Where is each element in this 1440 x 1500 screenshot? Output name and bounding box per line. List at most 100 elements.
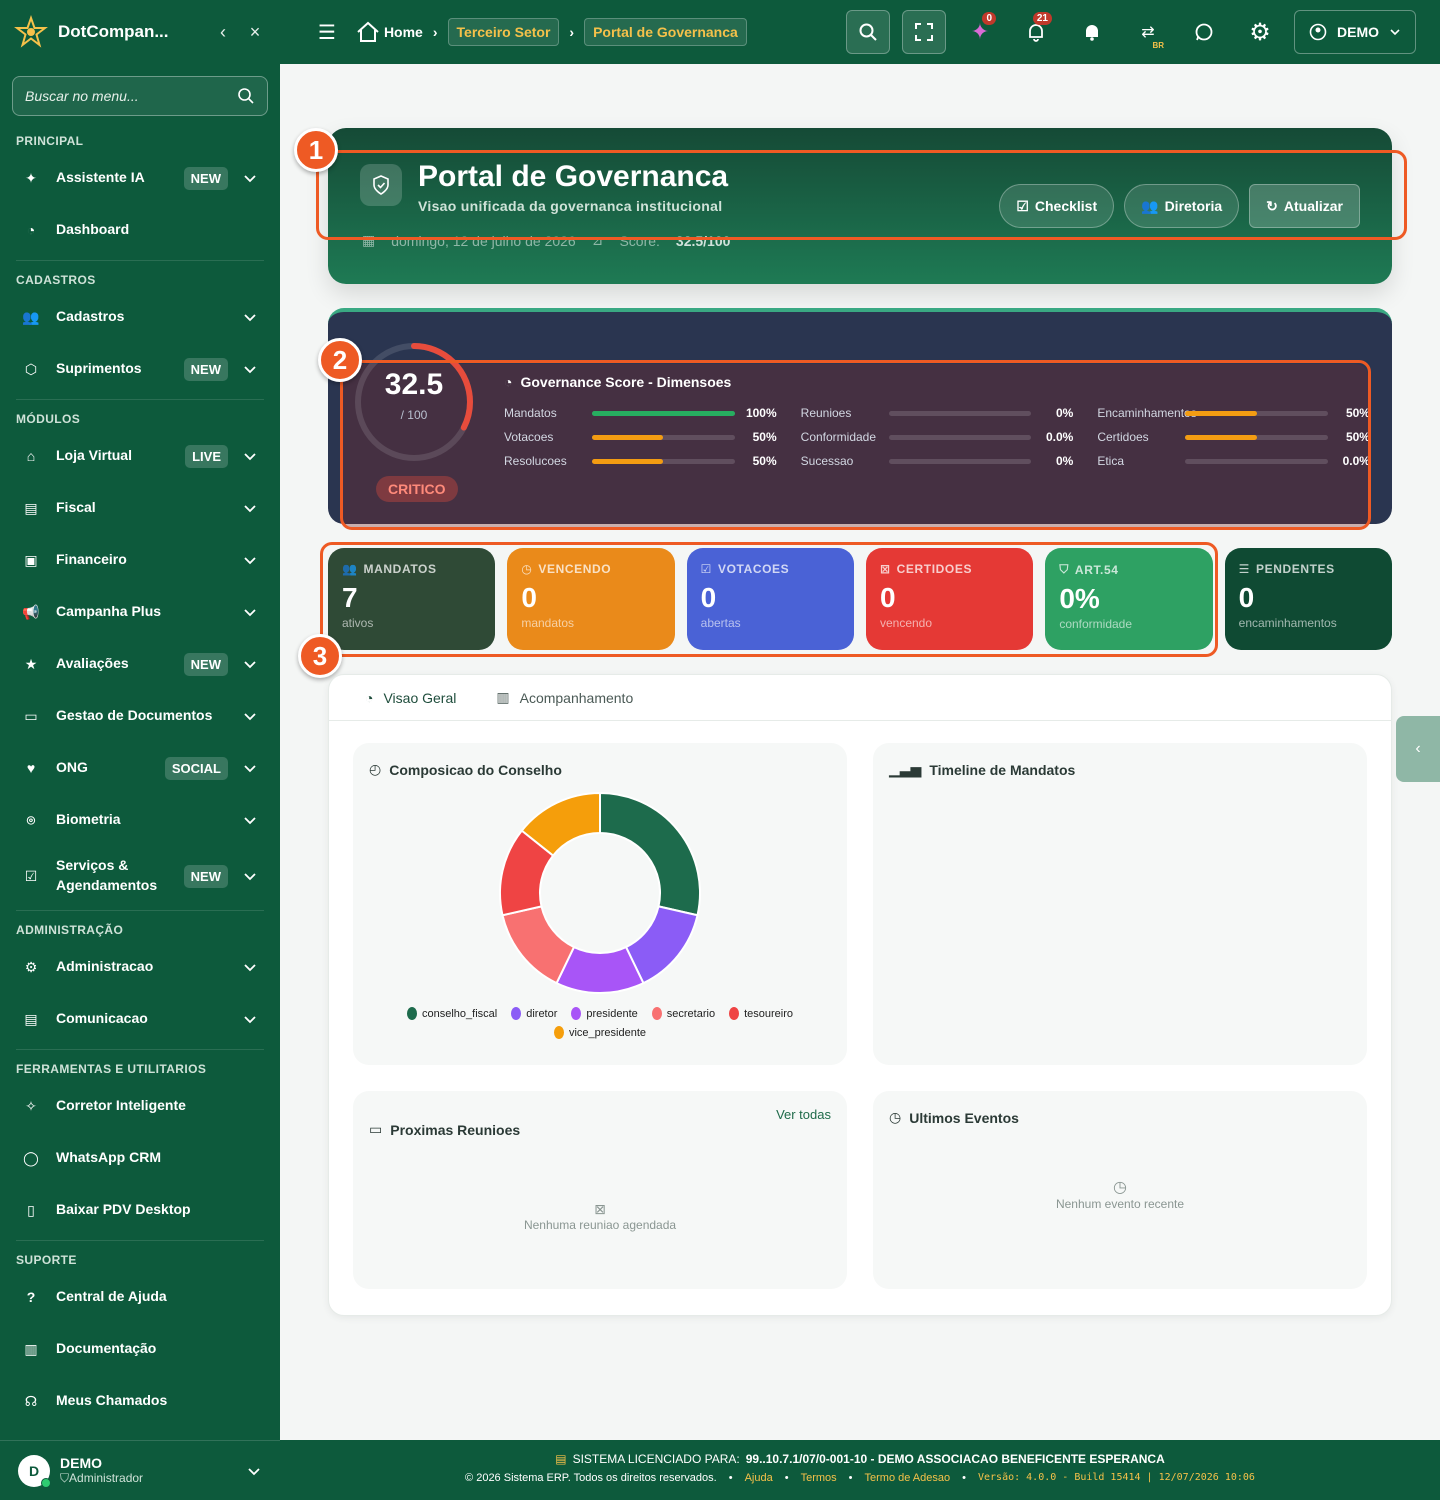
chevron-down-icon[interactable] [246,1463,262,1479]
legend-item[interactable]: conselho_fiscal [407,1007,497,1020]
legend-item[interactable]: vice_presidente [553,1026,646,1039]
close-icon[interactable]: × [244,22,266,43]
collapse-sidebar-icon[interactable]: ‹ [212,22,234,43]
stat-card-vencendo[interactable]: ◷ VENCENDO 0 mandatos [507,548,675,650]
menu-search-input[interactable] [25,88,237,104]
side-panel-toggle[interactable]: ‹ [1396,716,1440,782]
chevron-down-icon[interactable] [242,812,258,828]
sidebar-item-assistente-ia[interactable]: ✦ Assistente IA NEW [0,152,280,204]
sidebar-item-whatsapp-crm[interactable]: ◯ WhatsApp CRM [0,1132,280,1184]
user-menu-button[interactable]: DEMO [1294,10,1416,54]
chevron-down-icon[interactable] [242,552,258,568]
help-circle-icon: ? [26,1289,36,1305]
dimension-bar [1185,410,1328,416]
language-code: BR [1152,41,1164,50]
legend-swatch [407,1007,417,1020]
global-search-button[interactable] [846,10,890,54]
sidebar-item-label: Serviços & Agendamentos [56,857,158,893]
view-all-link[interactable]: Ver todas [776,1107,831,1122]
legend-item[interactable]: diretor [511,1007,557,1020]
breadcrumb-home[interactable]: Home [356,21,423,43]
dimensions-grid: Mandatos 100% Reunioes 0% Encaminhamentos … [504,406,1370,468]
chevron-down-icon[interactable] [242,708,258,724]
footer-link[interactable]: Termo de Adesao [865,1472,951,1484]
chevron-down-icon[interactable] [242,170,258,186]
sidebar-item-campanha-plus[interactable]: 📢 Campanha Plus [0,586,280,638]
notifications-button[interactable]: 21 [1014,10,1058,54]
search-icon[interactable] [237,87,255,105]
sidebar-item-avalia-es[interactable]: ★ Avaliações NEW [0,638,280,690]
dimension-row: Reunioes 0% [801,406,1074,420]
tab-tracking[interactable]: ▥ Acompanhamento [496,675,633,721]
chevron-down-icon[interactable] [242,1011,258,1027]
sidebar-item-documenta-o[interactable]: ▥ Documentação [0,1323,280,1375]
legend-item[interactable]: tesoureiro [729,1007,793,1020]
megaphone-icon: 📢 [22,603,40,620]
sidebar-item-cadastros[interactable]: 👥 Cadastros [0,291,280,343]
chevron-down-icon[interactable] [242,656,258,672]
stat-card-art-54[interactable]: ⛉ ART.54 0% conformidade [1045,548,1213,650]
legend-item[interactable]: presidente [571,1007,638,1020]
chevron-down-icon[interactable] [242,500,258,516]
fullscreen-button[interactable] [902,10,946,54]
sidebar-item-financeiro[interactable]: ▣ Financeiro [0,534,280,586]
breadcrumb-section[interactable]: Terceiro Setor [447,18,560,46]
language-button[interactable]: ⇄ BR [1126,10,1170,54]
donut-slice-conselho_fiscal[interactable] [599,791,701,917]
dimension-bar [888,458,1032,464]
chevron-down-icon[interactable] [242,309,258,325]
ai-assistant-button[interactable]: ✦ 0 [958,10,1002,54]
sidebar-item-meus-chamados[interactable]: ☊ Meus Chamados [0,1375,280,1427]
chevron-down-icon[interactable] [242,361,258,377]
recent-events-card: ◷ Ultimos Eventos ◷ Nenhum evento recente [873,1091,1367,1289]
footer-link[interactable]: Ajuda [745,1472,773,1484]
dimension-value: 50% [1345,430,1370,444]
sidebar-item-label: Documentação [56,1340,157,1357]
chevron-down-icon[interactable] [242,604,258,620]
brand-name: DotCompan... [58,22,169,41]
whatsapp-button[interactable] [1182,10,1226,54]
version-info: Versão: 4.0.0 - Build 15414 | 12/07/2026… [977,1472,1255,1483]
checklist-button[interactable]: ☑ Checklist [999,184,1115,228]
chevron-down-icon[interactable] [242,959,258,975]
sidebar-item-label: WhatsApp CRM [56,1149,161,1166]
settings-button[interactable]: ⚙ [1238,10,1282,54]
sidebar-item-loja-virtual[interactable]: ⌂ Loja Virtual LIVE [0,430,280,482]
sidebar-item-comunicacao[interactable]: ▤ Comunicacao [0,993,280,1045]
sidebar-item-label: ONG [56,759,88,776]
refresh-button[interactable]: ↻ Atualizar [1249,184,1360,228]
legend-item[interactable]: secretario [651,1007,715,1020]
dimension-row: Certidoes 50% [1097,430,1370,444]
donut-slice-secretario[interactable] [501,905,576,985]
diretoria-button[interactable]: 👥 Diretoria [1124,184,1240,228]
stat-subtitle: ativos [342,616,374,630]
chevron-down-icon[interactable] [242,448,258,464]
tab-overview[interactable]: ◔ Visao Geral [365,675,456,721]
sidebar-item-fiscal[interactable]: ▤ Fiscal [0,482,280,534]
stat-card-pendentes[interactable]: ☰ PENDENTES 0 encaminhamentos [1224,548,1392,650]
sidebar-item-administracao[interactable]: ⚙ Administracao [0,941,280,993]
stat-card-mandatos[interactable]: 👥 MANDATOS 7 ativos [328,548,496,650]
sidebar-item-central-de-ajuda[interactable]: ? Central de Ajuda [0,1271,280,1323]
hamburger-menu-icon[interactable]: ☰ [318,20,336,45]
sidebar-item-ong[interactable]: ♥ ONG SOCIAL [0,742,280,794]
sidebar-item-corretor-inteligente[interactable]: ✧ Corretor Inteligente [0,1080,280,1132]
sidebar-item-servi-os-agendamentos[interactable]: ☑ Serviços & Agendamentos NEW [0,846,280,906]
chevron-down-icon[interactable] [242,760,258,776]
status-badge: CRITICO [376,476,458,502]
gauge-icon: ◔ [504,374,513,390]
chevron-down-icon[interactable] [242,868,258,884]
stat-card-certidoes[interactable]: ⊠ CERTIDOES 0 vencendo [865,548,1034,650]
sidebar-item-baixar-pdv-desktop[interactable]: ▯ Baixar PDV Desktop [0,1184,280,1236]
users-icon: 👥 [342,562,358,576]
sidebar-item-gestao-de-documentos[interactable]: ▭ Gestao de Documentos [0,690,280,742]
footer-link[interactable]: Termos [801,1472,837,1484]
sidebar-item-biometria[interactable]: ⌾ Biometria [0,794,280,846]
bell-icon [1086,25,1098,41]
kanban-icon: ▥ [496,689,510,705]
stat-card-votacoes[interactable]: ☑ VOTACOES 0 abertas [686,548,854,650]
sidebar-item-suprimentos[interactable]: ⬡ Suprimentos NEW [0,343,280,395]
user-panel[interactable]: D DEMO ⛉Administrador [0,1440,280,1500]
sidebar-item-dashboard[interactable]: ◔ Dashboard [0,204,280,256]
alerts-button[interactable] [1070,10,1114,54]
